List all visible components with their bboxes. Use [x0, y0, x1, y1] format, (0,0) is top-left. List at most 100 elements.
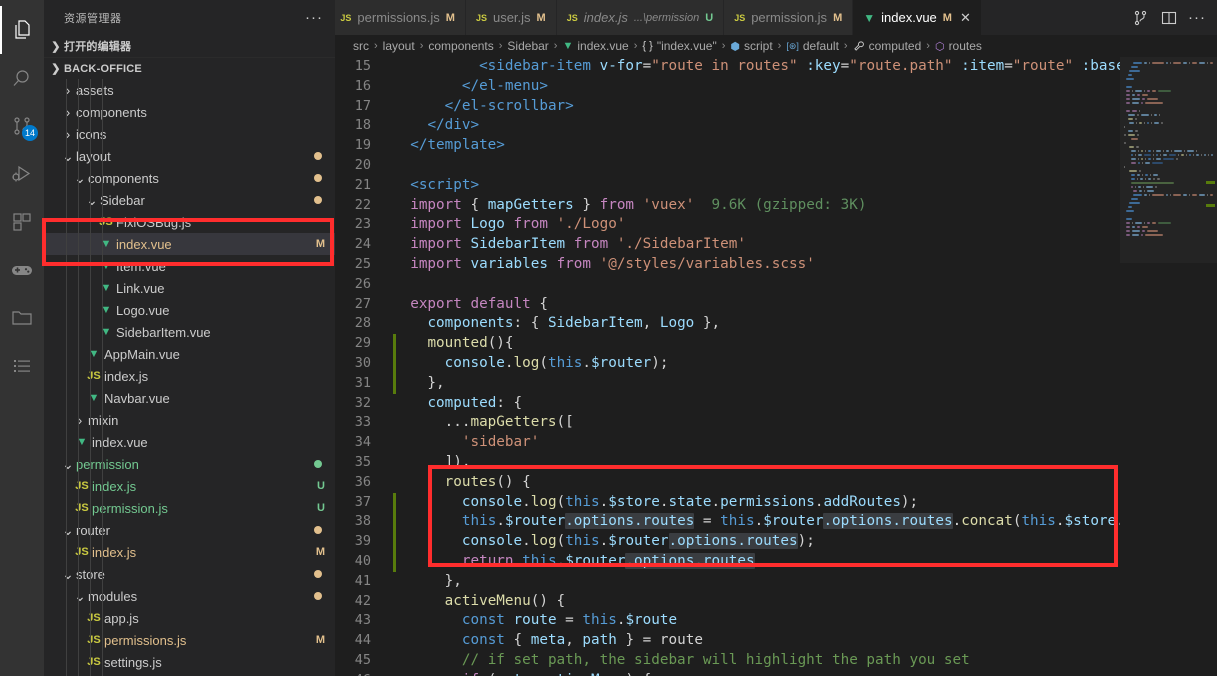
code-line[interactable]: 40 return this.$router.options.routes — [335, 551, 1120, 572]
tree-row[interactable]: JS permissions.js M — [44, 629, 335, 651]
code-viewport[interactable]: 15 <sidebar-item v-for="route in routes"… — [335, 57, 1120, 676]
breadcrumb-item[interactable]: ⬡ routes — [935, 39, 982, 53]
code-line[interactable]: 23 import Logo from './Logo' — [335, 215, 1120, 235]
minimap-token — [1145, 233, 1164, 236]
editor-tab[interactable]: JS index.js ...\permission U — [556, 0, 725, 35]
tree-row[interactable]: ⌄ layout — [44, 145, 335, 167]
activity-search-button[interactable] — [0, 54, 44, 102]
tree-row[interactable]: › assets — [44, 79, 335, 101]
tree-row[interactable]: JS app.js — [44, 607, 335, 629]
minimap-token — [1142, 306, 1143, 308]
tree-row[interactable]: ▼ index.vue — [44, 431, 335, 453]
tree-row[interactable]: › mixin — [44, 409, 335, 431]
code-line[interactable]: 21 <script> — [335, 176, 1120, 196]
code-line[interactable]: 31 }, — [335, 373, 1120, 394]
editor-tab[interactable]: JS permissions.js M — [335, 0, 466, 35]
code-line[interactable]: 41 }, — [335, 572, 1120, 592]
activity-gamepad-button[interactable] — [0, 246, 44, 294]
code-line[interactable]: 35 ]), — [335, 453, 1120, 473]
editor-tabs-bar[interactable]: eMJSpermissions.jsMJSuser.jsMJSindex.js.… — [335, 0, 1217, 35]
activity-outline-button[interactable] — [0, 342, 44, 390]
breadcrumb-item[interactable]: { } "index.vue" — [642, 39, 716, 53]
tree-row[interactable]: JS permission.js U — [44, 497, 335, 519]
activity-extensions-button[interactable] — [0, 198, 44, 246]
code-token: ); — [797, 533, 815, 550]
code-line[interactable]: 39 console.log(this.$router.options.rout… — [335, 532, 1120, 552]
tree-row[interactable]: ▼ Logo.vue — [44, 299, 335, 321]
file-tree[interactable]: › assets › components › icons ⌄ layout ⌄ componen… — [44, 79, 335, 676]
tree-row[interactable]: JS FixiOSBug.js — [44, 211, 335, 233]
more-actions-icon[interactable]: ··· — [1185, 6, 1209, 30]
tree-row[interactable]: ▼ SidebarItem.vue — [44, 321, 335, 343]
tree-row[interactable]: ▼ Item.vue — [44, 255, 335, 277]
editor-tab[interactable]: ▼ index.vue M ✕ — [853, 0, 982, 35]
tree-row[interactable]: ▼ index.vue M — [44, 233, 335, 255]
activity-run-debug-button[interactable] — [0, 150, 44, 198]
code-line[interactable]: 25 import variables from '@/styles/varia… — [335, 255, 1120, 275]
split-editor-icon[interactable] — [1157, 6, 1181, 30]
code-line[interactable]: 18 </div> — [335, 116, 1120, 136]
code-line[interactable]: 26 — [335, 275, 1120, 295]
tree-row[interactable]: JS index.js M — [44, 541, 335, 563]
breadcrumb-item[interactable]: components — [428, 39, 493, 53]
close-icon[interactable]: ✕ — [960, 10, 971, 26]
breadcrumb-item[interactable]: src — [353, 39, 369, 53]
code-line[interactable]: 36 routes() { — [335, 473, 1120, 493]
explorer-more-icon[interactable]: ··· — [305, 9, 331, 26]
code-line[interactable]: 43 const route = this.$route — [335, 611, 1120, 631]
code-line[interactable]: 20 — [335, 156, 1120, 176]
code-line[interactable]: 27 export default { — [335, 295, 1120, 315]
activity-explorer-button[interactable] — [0, 6, 44, 54]
breadcrumb-item[interactable]: Sidebar — [507, 39, 548, 53]
tree-row[interactable]: ▼ AppMain.vue — [44, 343, 335, 365]
tree-row[interactable]: JS index.js — [44, 365, 335, 387]
editor-tab[interactable]: JS permission.js M — [724, 0, 854, 35]
breadcrumb[interactable]: src › layout › components › Sidebar › ▼ index.vue… — [335, 35, 1217, 57]
section-open-editors[interactable]: ❯ 打开的编辑器 — [44, 35, 335, 57]
code-line[interactable]: 45 // if set path, the sidebar will high… — [335, 651, 1120, 671]
tree-row[interactable]: ⌄ components — [44, 167, 335, 189]
tree-row[interactable]: JS index.js U — [44, 475, 335, 497]
breadcrumb-item[interactable]: [⊛] default — [786, 39, 839, 53]
breadcrumb-item[interactable]: ▼ index.vue — [562, 39, 628, 53]
code-line[interactable]: 44 const { meta, path } = route — [335, 631, 1120, 651]
tree-row[interactable]: ▼ Navbar.vue — [44, 387, 335, 409]
split-compare-icon[interactable] — [1129, 6, 1153, 30]
breadcrumb-item[interactable]: ⬢ script — [730, 39, 772, 53]
code-line[interactable]: 24 import SidebarItem from './SidebarIte… — [335, 235, 1120, 255]
code-line[interactable]: 42 activeMenu() { — [335, 592, 1120, 612]
tree-row[interactable]: › components — [44, 101, 335, 123]
code-line[interactable]: 19 </template> — [335, 136, 1120, 156]
code-line[interactable]: 32 computed: { — [335, 394, 1120, 414]
minimap-token — [1170, 326, 1171, 328]
tree-row[interactable]: JS settings.js — [44, 651, 335, 673]
code-line[interactable]: 37 console.log(this.$store.state.permiss… — [335, 492, 1120, 513]
tree-row[interactable]: › icons — [44, 123, 335, 145]
breadcrumb-item[interactable]: layout — [383, 39, 415, 53]
overview-ruler[interactable] — [1203, 57, 1217, 676]
minimap[interactable] — [1120, 57, 1217, 676]
code-line[interactable]: 22 import { mapGetters } from 'vuex' 9.6… — [335, 196, 1120, 216]
tree-row[interactable]: ⌄store — [44, 563, 335, 585]
section-workspace-folder[interactable]: ❯ BACK-OFFICE — [44, 57, 335, 79]
tree-row[interactable]: ⌄ modules — [44, 585, 335, 607]
tree-row[interactable]: ▼ Link.vue — [44, 277, 335, 299]
breadcrumb-item[interactable]: computed — [853, 39, 921, 53]
code-line[interactable]: 38 this.$router.options.routes = this.$r… — [335, 512, 1120, 533]
activity-source-control-button[interactable]: 14 — [0, 102, 44, 150]
code-line[interactable]: 29 mounted(){ — [335, 334, 1120, 354]
code-line[interactable]: 28 components: { SidebarItem, Logo }, — [335, 314, 1120, 334]
code-line[interactable]: 34 'sidebar' — [335, 433, 1120, 453]
activity-remote-explorer-button[interactable] — [0, 294, 44, 342]
code-line[interactable]: 15 <sidebar-item v-for="route in routes"… — [335, 57, 1120, 77]
tree-row[interactable]: ⌄ router — [44, 519, 335, 541]
code-line[interactable]: 46 if (meta.activeMenu) { — [335, 671, 1120, 676]
code-line[interactable]: 16 </el-menu> — [335, 77, 1120, 97]
editor-tab[interactable]: JS user.js M — [465, 0, 557, 35]
code-line[interactable]: 33 ...mapGetters([ — [335, 413, 1120, 433]
code-line[interactable]: 30 console.log(this.$router); — [335, 353, 1120, 374]
code-line[interactable]: 17 </el-scrollbar> — [335, 97, 1120, 117]
tree-row[interactable]: ⌄ Sidebar — [44, 189, 335, 211]
tree-row[interactable]: ⌄ permission — [44, 453, 335, 475]
